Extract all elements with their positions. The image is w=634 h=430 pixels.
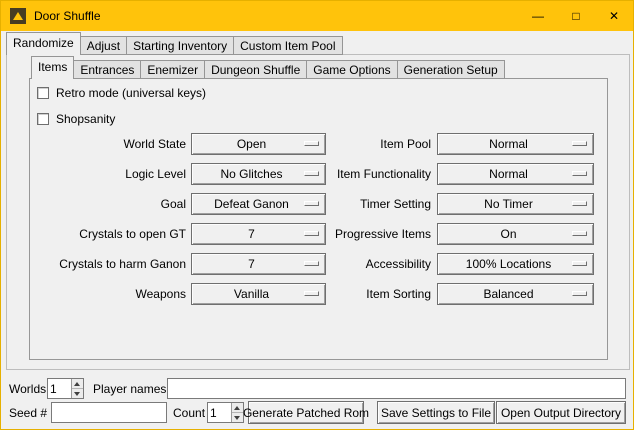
sub-tab-bar: Items Entrances Enemizer Dungeon Shuffle… xyxy=(31,57,504,79)
maximize-button[interactable]: □ xyxy=(557,1,595,31)
shopsanity-checkbox[interactable] xyxy=(37,113,49,125)
weapons-dropdown[interactable]: Vanilla xyxy=(191,283,326,305)
count-spinbox-input[interactable] xyxy=(208,403,231,422)
close-icon: ✕ xyxy=(609,9,619,23)
app-window: Door Shuffle — □ ✕ Randomize Adjust Star… xyxy=(0,0,634,430)
close-button[interactable]: ✕ xyxy=(595,1,633,31)
logic-level-dropdown[interactable]: No Glitches xyxy=(191,163,326,185)
count-spin-buttons xyxy=(231,403,243,422)
tab-custom-item-pool[interactable]: Custom Item Pool xyxy=(233,36,342,55)
weapons-label: Weapons xyxy=(21,283,186,305)
worlds-spin-down-button[interactable] xyxy=(72,389,83,398)
worlds-spinbox xyxy=(47,378,84,399)
main-tab-bar: Randomize Adjust Starting Inventory Cust… xyxy=(6,33,342,55)
subtab-items[interactable]: Items xyxy=(31,56,74,79)
shopsanity-row: Shopsanity xyxy=(37,112,115,126)
timer-setting-value: No Timer xyxy=(484,197,547,211)
worlds-spinbox-input[interactable] xyxy=(48,379,71,398)
player-names-input[interactable] xyxy=(167,378,626,399)
item-functionality-value: Normal xyxy=(489,167,542,181)
retro-mode-label: Retro mode (universal keys) xyxy=(56,86,206,100)
seed-label: Seed # xyxy=(9,403,47,423)
item-sorting-label: Item Sorting xyxy=(309,283,431,305)
timer-setting-label: Timer Setting xyxy=(309,193,431,215)
crystals-gt-value: 7 xyxy=(248,227,269,241)
dropdown-indicator-icon xyxy=(572,261,587,266)
goal-value: Defeat Ganon xyxy=(214,197,303,211)
timer-setting-dropdown[interactable]: No Timer xyxy=(437,193,594,215)
player-names-label: Player names xyxy=(93,379,166,399)
items-pane xyxy=(29,78,608,360)
minimize-icon: — xyxy=(532,9,544,23)
crystals-gt-dropdown[interactable]: 7 xyxy=(191,223,326,245)
tab-starting-inventory[interactable]: Starting Inventory xyxy=(126,36,234,55)
shopsanity-label: Shopsanity xyxy=(56,112,115,126)
minimize-button[interactable]: — xyxy=(519,1,557,31)
progressive-items-dropdown[interactable]: On xyxy=(437,223,594,245)
crystals-gt-label: Crystals to open GT xyxy=(21,223,186,245)
dropdown-indicator-icon xyxy=(572,201,587,206)
dropdown-indicator-icon xyxy=(572,231,587,236)
titlebar: Door Shuffle — □ ✕ xyxy=(1,1,633,31)
item-sorting-value: Balanced xyxy=(483,287,547,301)
goal-dropdown[interactable]: Defeat Ganon xyxy=(191,193,326,215)
item-pool-dropdown[interactable]: Normal xyxy=(437,133,594,155)
weapons-value: Vanilla xyxy=(234,287,283,301)
worlds-spin-up-button[interactable] xyxy=(72,379,83,389)
window-controls: — □ ✕ xyxy=(519,1,633,31)
item-functionality-dropdown[interactable]: Normal xyxy=(437,163,594,185)
item-functionality-label: Item Functionality xyxy=(309,163,431,185)
item-sorting-dropdown[interactable]: Balanced xyxy=(437,283,594,305)
count-spinbox xyxy=(207,402,244,423)
generate-patched-rom-button[interactable]: Generate Patched Rom xyxy=(248,401,364,424)
crystals-ganon-value: 7 xyxy=(248,257,269,271)
retro-mode-checkbox[interactable] xyxy=(37,87,49,99)
goal-label: Goal xyxy=(21,193,186,215)
subtab-generation-setup[interactable]: Generation Setup xyxy=(397,60,505,79)
world-state-dropdown[interactable]: Open xyxy=(191,133,326,155)
dropdown-indicator-icon xyxy=(572,141,587,146)
subtab-enemizer[interactable]: Enemizer xyxy=(140,60,205,79)
window-title: Door Shuffle xyxy=(34,9,101,23)
accessibility-label: Accessibility xyxy=(309,253,431,275)
world-state-label: World State xyxy=(21,133,186,155)
save-settings-button[interactable]: Save Settings to File xyxy=(377,401,495,424)
logic-level-label: Logic Level xyxy=(21,163,186,185)
world-state-value: Open xyxy=(237,137,280,151)
progressive-items-label: Progressive Items xyxy=(309,223,431,245)
tab-randomize[interactable]: Randomize xyxy=(6,32,81,55)
count-spin-down-button[interactable] xyxy=(232,413,243,422)
crystals-ganon-dropdown[interactable]: 7 xyxy=(191,253,326,275)
dropdown-indicator-icon xyxy=(572,291,587,296)
crystals-ganon-label: Crystals to harm Ganon xyxy=(21,253,186,275)
tab-adjust[interactable]: Adjust xyxy=(80,36,127,55)
subtab-entrances[interactable]: Entrances xyxy=(73,60,141,79)
accessibility-value: 100% Locations xyxy=(466,257,565,271)
accessibility-dropdown[interactable]: 100% Locations xyxy=(437,253,594,275)
logic-level-value: No Glitches xyxy=(220,167,296,181)
progressive-items-value: On xyxy=(500,227,530,241)
seed-input[interactable] xyxy=(51,402,167,423)
maximize-icon: □ xyxy=(572,9,579,23)
item-pool-value: Normal xyxy=(489,137,542,151)
retro-mode-row: Retro mode (universal keys) xyxy=(37,86,206,100)
subtab-game-options[interactable]: Game Options xyxy=(306,60,397,79)
open-output-directory-button[interactable]: Open Output Directory xyxy=(496,401,626,424)
item-pool-label: Item Pool xyxy=(309,133,431,155)
dropdown-indicator-icon xyxy=(572,171,587,176)
worlds-label: Worlds xyxy=(9,379,46,399)
app-icon xyxy=(10,8,26,24)
worlds-spin-buttons xyxy=(71,379,83,398)
subtab-dungeon-shuffle[interactable]: Dungeon Shuffle xyxy=(204,60,307,79)
count-spin-up-button[interactable] xyxy=(232,403,243,413)
count-label: Count xyxy=(173,403,205,423)
